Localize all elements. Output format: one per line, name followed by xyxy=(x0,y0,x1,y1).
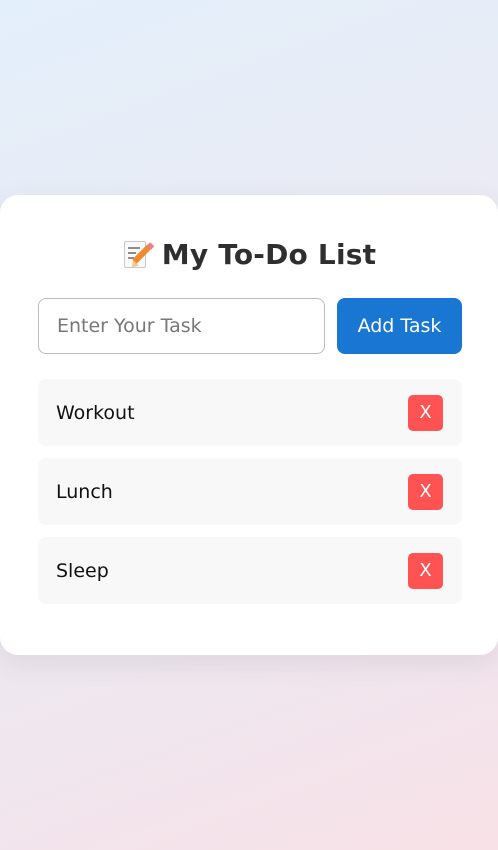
task-item: Sleep X xyxy=(38,537,462,604)
add-task-button[interactable]: Add Task xyxy=(337,298,462,354)
task-label: Lunch xyxy=(56,480,113,503)
delete-task-button[interactable]: X xyxy=(408,394,443,431)
delete-task-button[interactable]: X xyxy=(408,552,443,589)
todo-card: My To-Do List Add Task Workout X Lunch X… xyxy=(0,195,498,655)
memo-icon xyxy=(122,238,155,270)
title-row: My To-Do List xyxy=(0,231,498,277)
page-title: My To-Do List xyxy=(161,237,377,271)
task-label: Sleep xyxy=(56,559,109,582)
task-item: Workout X xyxy=(38,379,462,446)
task-label: Workout xyxy=(56,401,135,424)
task-input[interactable] xyxy=(38,298,325,354)
delete-task-button[interactable]: X xyxy=(408,473,443,510)
task-item: Lunch X xyxy=(38,458,462,525)
task-list: Workout X Lunch X Sleep X xyxy=(38,379,462,616)
